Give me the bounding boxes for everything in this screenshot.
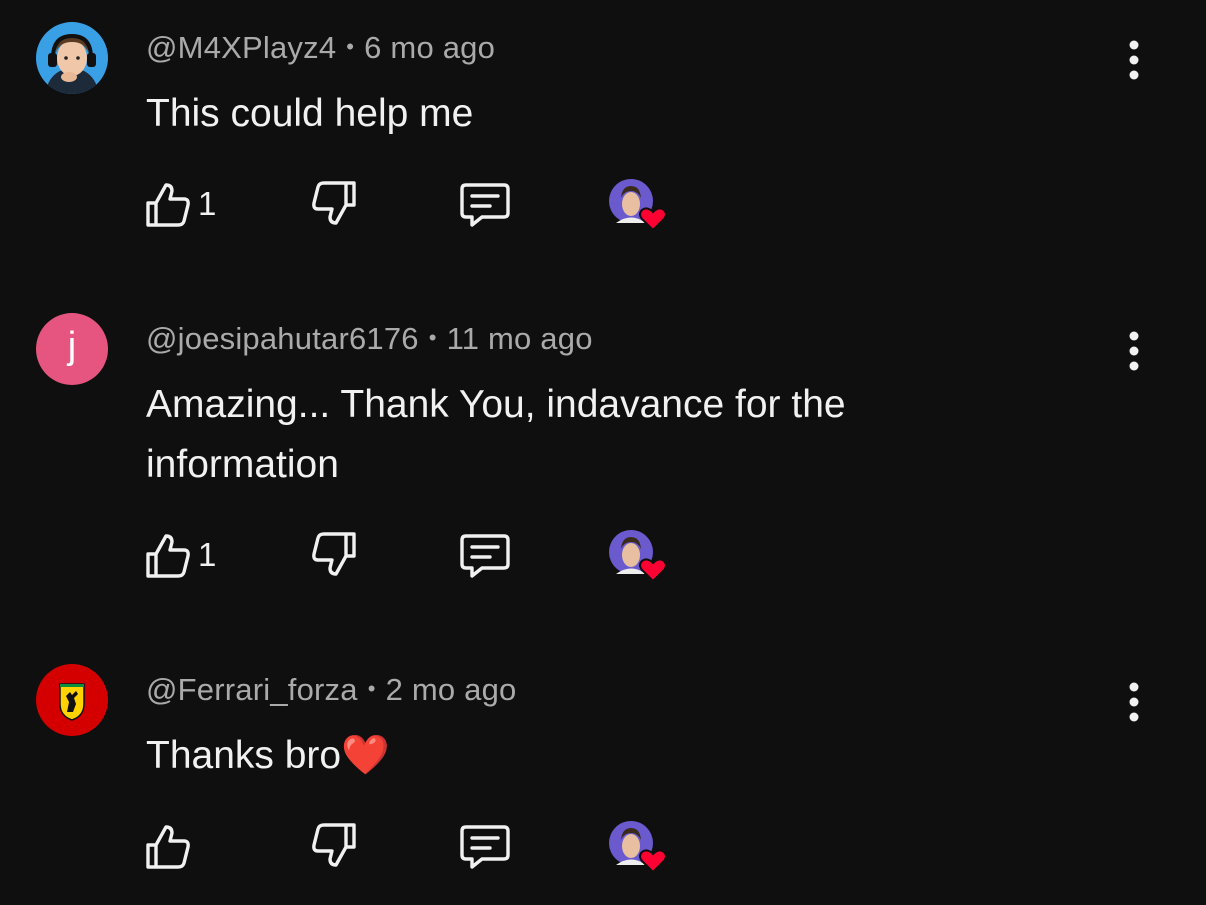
reply-button[interactable] (458, 529, 512, 581)
reply-comment-icon (460, 534, 510, 578)
thumbs-down-icon (312, 532, 356, 576)
thumbs-up-icon (146, 534, 190, 578)
more-options-button[interactable] (1120, 40, 1148, 80)
reply-button[interactable] (458, 178, 512, 230)
reply-button[interactable] (458, 820, 512, 872)
author-name[interactable]: @M4XPlayz4 (146, 30, 336, 65)
thumbs-down-icon (312, 181, 356, 225)
dislike-button[interactable] (310, 529, 360, 581)
gamer-headset-avatar-icon (36, 22, 108, 94)
more-options-button[interactable] (1120, 331, 1148, 371)
like-button[interactable]: 1 (142, 178, 216, 230)
dislike-button[interactable] (310, 178, 360, 230)
comment-actions: 1 (140, 529, 700, 589)
creator-heart-icon (609, 179, 667, 232)
avatar-letter: j (67, 324, 77, 367)
kebab-menu-icon (1129, 40, 1139, 80)
comment-meta: @joesipahutar6176 • 11 mo ago (146, 321, 593, 357)
comment-text: This could help me (146, 92, 474, 135)
author-name[interactable]: @Ferrari_forza (146, 672, 358, 707)
creator-heart-icon (609, 530, 667, 583)
like-count: 1 (198, 536, 217, 573)
author-name[interactable]: @joesipahutar6176 (146, 321, 419, 356)
comment-meta: @M4XPlayz4 • 6 mo ago (146, 30, 495, 66)
comment-time[interactable]: 6 mo ago (364, 30, 495, 65)
thumbs-up-icon (146, 825, 190, 869)
thumbs-down-icon (312, 823, 356, 867)
comments-list: @M4XPlayz4 • 6 mo ago This could help me 1 (0, 0, 1206, 905)
creator-heart (608, 178, 670, 234)
more-options-button[interactable] (1120, 682, 1148, 722)
kebab-menu-icon (1129, 682, 1139, 722)
dislike-button[interactable] (310, 820, 360, 872)
author-avatar[interactable]: j (36, 313, 108, 385)
reply-comment-icon (460, 825, 510, 869)
kebab-menu-icon (1129, 331, 1139, 371)
separator-dot: • (367, 676, 376, 701)
creator-heart-icon (609, 821, 667, 874)
reply-comment-icon (460, 183, 510, 227)
like-button[interactable] (142, 820, 198, 872)
comment-time[interactable]: 11 mo ago (447, 321, 593, 356)
comment-text: Thanks bro❤️ (146, 734, 390, 777)
author-avatar[interactable] (36, 664, 108, 736)
author-avatar[interactable] (36, 22, 108, 94)
separator-dot: • (346, 34, 355, 59)
like-button[interactable]: 1 (142, 529, 216, 581)
creator-heart (608, 820, 670, 876)
separator-dot: • (428, 325, 437, 350)
ferrari-logo-avatar-icon (36, 664, 108, 736)
comment-actions (140, 820, 700, 880)
creator-heart (608, 529, 670, 585)
comment-actions: 1 (140, 178, 700, 238)
thumbs-up-icon (146, 183, 190, 227)
comment-time[interactable]: 2 mo ago (386, 672, 517, 707)
comment-text: Amazing... Thank You, indavance for the … (146, 383, 846, 486)
like-count: 1 (198, 185, 217, 222)
comment-meta: @Ferrari_forza • 2 mo ago (146, 672, 516, 708)
